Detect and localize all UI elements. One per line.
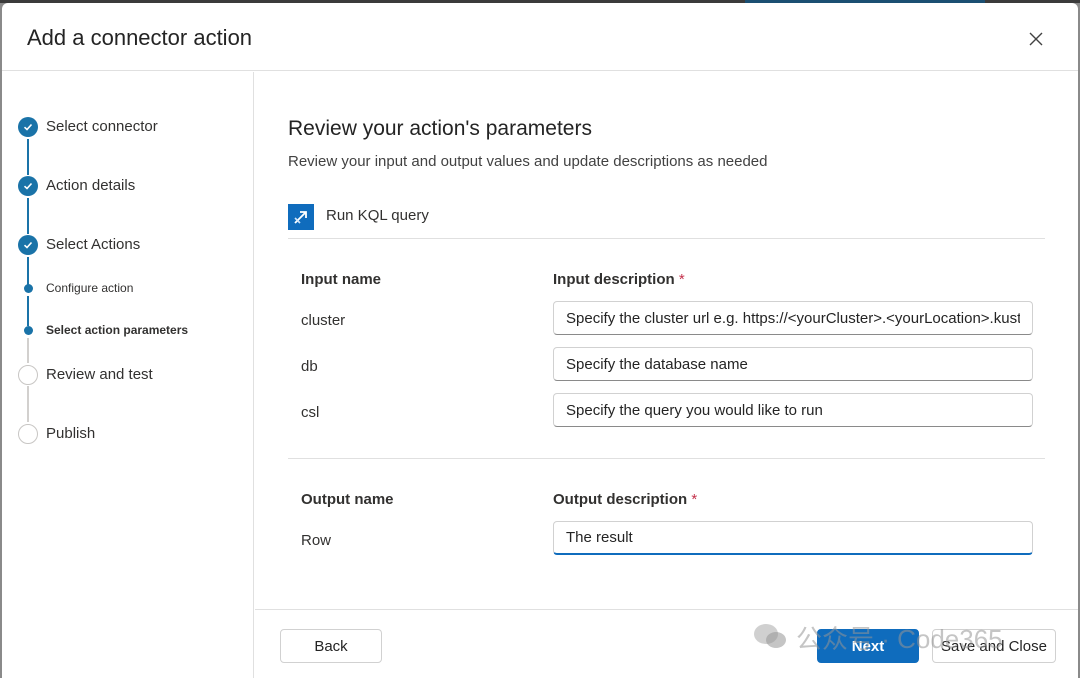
step-label: Publish	[46, 425, 96, 442]
output-description-header: Output description *	[553, 491, 697, 508]
input-row-name: db	[301, 358, 318, 375]
add-connector-action-dialog: Add a connector action Select connector …	[2, 3, 1078, 678]
page-title: Review your action's parameters	[288, 117, 592, 140]
step-label: Select connector	[46, 118, 158, 135]
step-label: Select Actions	[46, 236, 141, 253]
close-button[interactable]	[1022, 25, 1050, 53]
divider	[288, 458, 1045, 459]
empty-circle-icon	[18, 424, 38, 444]
input-row-name: cluster	[301, 312, 346, 329]
step-connector-line	[27, 139, 29, 175]
divider	[288, 238, 1045, 239]
input-description-header: Input description *	[553, 271, 685, 288]
output-name-header: Output name	[301, 491, 394, 508]
dialog-title: Add a connector action	[27, 25, 253, 50]
page-subtitle: Review your input and output values and …	[288, 153, 768, 170]
output-description-field-row[interactable]	[553, 521, 1033, 555]
substep-label: Configure action	[46, 281, 134, 295]
output-description-header-label: Output description	[553, 491, 688, 508]
input-description-header-label: Input description	[553, 271, 675, 288]
step-label: Review and test	[46, 366, 153, 383]
substep-label-current: Select action parameters	[46, 323, 189, 337]
output-row-name: Row	[301, 532, 332, 549]
checkmark-icon	[18, 235, 38, 255]
input-row-name: csl	[301, 404, 320, 421]
save-and-close-button[interactable]: Save and Close	[932, 629, 1056, 663]
input-description-field-cluster[interactable]	[553, 301, 1033, 335]
step-action-details[interactable]: Action details	[2, 171, 252, 201]
dialog-footer: Back Next Save and Close	[255, 609, 1078, 678]
step-select-connector[interactable]: Select connector	[2, 112, 252, 142]
input-name-header: Input name	[301, 271, 382, 288]
main-content: Review your action's parameters Review y…	[255, 72, 1078, 609]
substep-select-action-parameters[interactable]: Select action parameters	[2, 315, 252, 345]
action-name: Run KQL query	[326, 207, 429, 224]
input-description-field-csl[interactable]	[553, 393, 1033, 427]
step-select-actions[interactable]: Select Actions	[2, 230, 252, 260]
step-connector-line	[27, 386, 29, 422]
kusto-icon	[288, 204, 314, 230]
close-icon	[1029, 32, 1043, 46]
step-connector-line	[27, 198, 29, 234]
substep-configure-action[interactable]: Configure action	[2, 273, 252, 303]
input-description-field-db[interactable]	[553, 347, 1033, 381]
required-marker: *	[691, 491, 698, 508]
step-publish[interactable]: Publish	[2, 419, 252, 449]
empty-circle-icon	[18, 365, 38, 385]
step-review-and-test[interactable]: Review and test	[2, 360, 252, 390]
wizard-steps: Select connector Action details Select A…	[2, 72, 254, 678]
substep-dot-icon	[24, 284, 33, 293]
checkmark-icon	[18, 176, 38, 196]
step-label: Action details	[46, 177, 136, 194]
required-marker: *	[678, 271, 685, 288]
checkmark-icon	[18, 117, 38, 137]
back-button[interactable]: Back	[280, 629, 382, 663]
substep-dot-icon	[24, 326, 33, 335]
next-button[interactable]: Next	[817, 629, 919, 663]
dialog-header: Add a connector action	[2, 3, 1078, 71]
